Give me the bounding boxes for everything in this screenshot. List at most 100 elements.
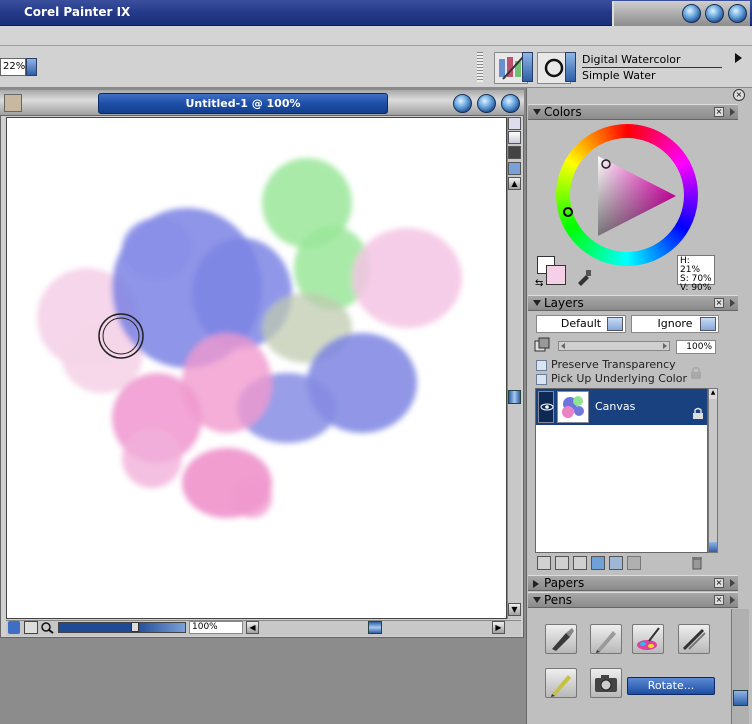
hue-value: H: 21%: [680, 256, 701, 275]
doc-minimize-button[interactable]: [453, 94, 472, 113]
zoom-slider-thumb[interactable]: [131, 622, 139, 632]
saturation-value-triangle[interactable]: [556, 124, 698, 266]
swap-colors-icon[interactable]: ⇆: [535, 278, 543, 289]
panels-close-icon[interactable]: ×: [733, 89, 745, 101]
mask-disabled-icon: [627, 556, 641, 570]
layers-panel-title: Layers: [544, 296, 584, 310]
brush-divider: [582, 67, 722, 68]
opacity-value[interactable]: 100%: [676, 340, 716, 354]
toolbar-grip[interactable]: [477, 52, 483, 82]
colors-close-icon[interactable]: ×: [714, 107, 724, 117]
layer-lock-icon[interactable]: [692, 407, 704, 420]
zoom-slider[interactable]: [58, 622, 186, 633]
pens-close-icon[interactable]: ×: [714, 595, 724, 605]
scroll-right-button[interactable]: ▶: [492, 621, 505, 634]
variant-dropdown[interactable]: [565, 52, 576, 82]
grid-toggle-icon[interactable]: [508, 117, 521, 130]
collapse-triangle-icon: [533, 300, 541, 306]
lock-icon: [689, 366, 703, 380]
magnifier-icon[interactable]: [40, 621, 54, 634]
pen-tool-icon[interactable]: [545, 624, 577, 654]
layers-panel-header[interactable]: Layers ×: [528, 295, 738, 311]
color-mixer-icon[interactable]: [632, 624, 664, 654]
brush-variant-label: Simple Water: [582, 69, 656, 82]
eye-icon[interactable]: [538, 391, 554, 423]
composite-method-value: Default: [560, 317, 602, 330]
eyedropper-icon[interactable]: [575, 268, 593, 286]
layer-commands-icon[interactable]: [537, 556, 551, 570]
expand-triangle-icon: [533, 580, 539, 588]
camera-icon[interactable]: [590, 668, 622, 698]
colors-menu-arrow-icon[interactable]: [730, 108, 735, 116]
preserve-transparency-checkbox[interactable]: [536, 360, 547, 371]
layer-tools: [537, 556, 647, 572]
maximize-button[interactable]: [705, 4, 724, 23]
composite-depth-dropdown[interactable]: Ignore: [631, 315, 719, 333]
horizontal-scroll-thumb[interactable]: [368, 621, 382, 634]
close-button[interactable]: [728, 4, 747, 23]
papers-menu-arrow-icon[interactable]: [730, 579, 735, 587]
brush-category-dropdown[interactable]: [522, 52, 533, 82]
pens-panel-header[interactable]: Pens ×: [528, 592, 738, 608]
pens-menu-arrow-icon[interactable]: [730, 596, 735, 604]
collapse-triangle-icon: [533, 109, 541, 115]
binoculars-icon[interactable]: [24, 621, 38, 634]
pencil-tool-icon[interactable]: [590, 624, 622, 654]
painting-artwork: [37, 158, 462, 518]
zoom-value-field[interactable]: 100%: [189, 621, 243, 634]
vertical-scroll-thumb[interactable]: [508, 390, 521, 404]
scroll-up-button[interactable]: ▲: [508, 177, 521, 190]
menu-bar: [0, 26, 752, 46]
composite-method-dropdown[interactable]: Default: [536, 315, 626, 333]
new-layer-icon[interactable]: [591, 556, 605, 570]
papers-panel-title: Papers: [544, 576, 585, 590]
minimize-button[interactable]: [682, 4, 701, 23]
doc-close-button[interactable]: [501, 94, 520, 113]
layer-mask-icon[interactable]: [609, 556, 623, 570]
colors-panel-title: Colors: [544, 105, 582, 119]
layer-thumbnail: [557, 391, 589, 423]
rotate-button[interactable]: Rotate...: [627, 677, 715, 695]
dynamic-plugins-icon[interactable]: [555, 556, 569, 570]
papers-panel-header[interactable]: Papers ×: [528, 575, 738, 591]
document-title: Untitled-1 @ 100%: [98, 93, 388, 114]
colored-pencil-icon[interactable]: [545, 668, 577, 698]
doc-maximize-button[interactable]: [477, 94, 496, 113]
trash-icon[interactable]: [690, 556, 704, 570]
colors-panel-header[interactable]: Colors ×: [528, 104, 738, 120]
layer-row-canvas[interactable]: Canvas: [536, 389, 707, 425]
zoom-field[interactable]: 22%: [0, 58, 26, 76]
layer-opacity-icon: [534, 337, 550, 353]
collapse-triangle-icon: [533, 597, 541, 603]
brush-menu-arrow-icon[interactable]: [735, 53, 742, 63]
value-value: V: 90%: [680, 283, 712, 293]
pick-up-underlying-label: Pick Up Underlying Color: [551, 372, 687, 385]
panels-scroll-down-button[interactable]: [733, 690, 748, 706]
document-window-controls: [453, 92, 523, 116]
layer-list-scrollbar[interactable]: ▲: [708, 388, 718, 553]
scroll-down-button[interactable]: ▼: [508, 603, 521, 616]
vertical-scrollbar[interactable]: [507, 117, 521, 619]
papers-close-icon[interactable]: ×: [714, 578, 724, 588]
zoom-spinner[interactable]: [26, 58, 37, 76]
dropdown-button[interactable]: [607, 317, 623, 331]
opacity-slider[interactable]: [558, 341, 670, 351]
drawing-canvas[interactable]: [6, 117, 507, 619]
canvas-view-icon[interactable]: [508, 146, 521, 159]
transform-tool-icon[interactable]: [678, 624, 710, 654]
composite-depth-value: Ignore: [657, 317, 693, 330]
document-hand-icon[interactable]: [4, 94, 22, 112]
star-icon[interactable]: [508, 162, 521, 175]
scroll-left-button[interactable]: ◀: [246, 621, 259, 634]
panels-scrollbar[interactable]: [731, 609, 749, 724]
background-color-swatch[interactable]: [546, 265, 566, 285]
pick-up-underlying-checkbox[interactable]: [536, 374, 547, 385]
layers-menu-arrow-icon[interactable]: [730, 299, 735, 307]
dropdown-button[interactable]: [700, 317, 716, 331]
hue-marker[interactable]: [563, 207, 573, 217]
layers-close-icon[interactable]: ×: [714, 298, 724, 308]
layout-grid-icon[interactable]: [508, 131, 521, 144]
new-layers-icon[interactable]: [573, 556, 587, 570]
window-controls: [612, 1, 750, 26]
color-info-icon[interactable]: [8, 621, 20, 634]
